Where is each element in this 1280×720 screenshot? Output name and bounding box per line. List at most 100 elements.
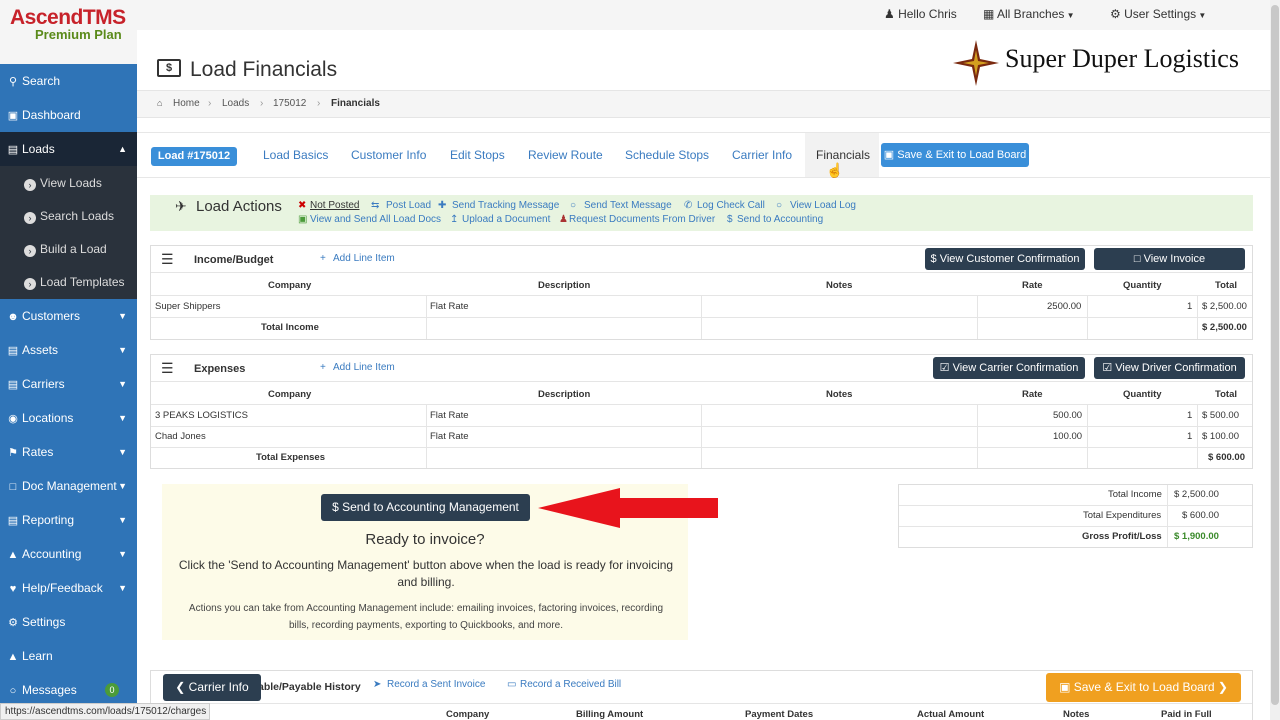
sidebar-item-assets[interactable]: ▤ Assets ▼ [0,333,137,367]
plus-icon: + [320,362,326,373]
column-header: Description [538,389,591,400]
column-header: Rate [1022,280,1043,291]
caret-down-icon: ▼ [118,345,127,355]
view-driver-confirmation-button[interactable]: ☑ View Driver Confirmation [1094,357,1245,379]
divider [151,272,1252,273]
check-icon: ☑ [1102,362,1116,374]
expenses-title: Expenses [194,363,246,375]
divider [151,381,1252,382]
column-header: Company [446,709,490,720]
save-exit-button[interactable]: ▣ Save & Exit to Load Board [881,143,1029,167]
sidebar-item-help-feedback[interactable]: ♥ Help/Feedback ▼ [0,571,137,605]
table-cell: $ 2,500.00 [1202,301,1247,312]
divider [1197,295,1198,339]
log-check-call-link[interactable]: Log Check Call [697,200,765,211]
sidebar-subitem-search-loads[interactable]: › Search Loads [0,199,137,233]
sidebar-item-customers[interactable]: ☻ Customers ▼ [0,299,137,333]
table-cell: Flat Rate [430,410,469,421]
summary-label: Total Expenditures [1083,510,1162,521]
column-header: Total [1215,389,1237,400]
request-docs-link[interactable]: Request Documents From Driver [569,214,715,225]
sidebar-item-carriers[interactable]: ▤ Carriers ▼ [0,367,137,401]
user-settings-dropdown[interactable]: ⚙ User Settings ▼ [1110,7,1206,21]
sidebar-subitem-build-load[interactable]: › Build a Load [0,232,137,266]
divider [151,703,1252,704]
view-invoice-button[interactable]: □ View Invoice [1094,248,1245,270]
tab-customer-info[interactable]: Customer Info [351,148,426,162]
carrier-info-button[interactable]: ❮ Carrier Info [163,674,261,701]
branches-dropdown[interactable]: ▦ All Branches ▼ [983,7,1075,21]
add-expense-line-item[interactable]: Add Line Item [333,362,395,373]
sidebar-item-doc-management[interactable]: □ Doc Management ▼ [0,469,137,503]
breadcrumb-load-id[interactable]: 175012 [273,98,306,109]
summary-label: Total Income [1108,489,1162,500]
chevron-right-icon: › [24,278,36,290]
sidebar-item-locations[interactable]: ◉ Locations ▼ [0,401,137,435]
chevron-right-icon: › [24,245,36,257]
total-expenses-label: Total Expenses [256,452,325,463]
user-menu[interactable]: ♟ Hello Chris [884,7,957,21]
user-icon: ♟ [884,7,899,21]
save-exit-floating-button[interactable]: ▣ Save & Exit to Load Board ❯ [1046,673,1241,702]
dollar-icon: $ [727,214,733,225]
retweet-icon: ⇆ [371,200,380,211]
brand-logo[interactable]: AscendTMS Premium Plan [0,0,137,64]
post-load-link[interactable]: Post Load [386,200,431,211]
record-sent-invoice-link[interactable]: Record a Sent Invoice [387,679,485,690]
chat-icon: ○ [570,200,577,211]
send-tracking-link[interactable]: Send Tracking Message [452,200,559,211]
tab-review-route[interactable]: Review Route [528,148,603,162]
total-income-label: Total Income [261,322,319,333]
tab-carrier-info[interactable]: Carrier Info [732,148,792,162]
sidebar-item-messages[interactable]: ○ Messages 0 [0,673,137,707]
caret-up-icon: ▲ [118,144,127,154]
sidebar-item-reporting[interactable]: ▤ Reporting ▼ [0,503,137,537]
accounting-description: Click the 'Send to Accounting Management… [178,558,674,589]
column-header: Description [538,280,591,291]
sidebar-item-rates[interactable]: ⚑ Rates ▼ [0,435,137,469]
column-header: Paid in Full [1161,709,1212,720]
tab-load-basics[interactable]: Load Basics [263,148,328,162]
chevron-right-icon: › [24,179,36,191]
send-to-accounting-link[interactable]: Send to Accounting [737,214,823,225]
view-load-log-link[interactable]: View Load Log [790,200,856,211]
column-header: Notes [826,389,853,400]
view-carrier-confirmation-button[interactable]: ☑ View Carrier Confirmation [933,357,1085,379]
table-cell: 1 [1187,431,1193,442]
table-cell: Chad Jones [155,431,206,442]
view-send-docs-link[interactable]: View and Send All Load Docs [310,214,441,225]
view-customer-confirmation-button[interactable]: $ View Customer Confirmation [925,248,1085,270]
building-icon: ▦ [983,7,998,21]
tab-schedule-stops[interactable]: Schedule Stops [625,148,709,162]
chevron-left-icon: ❮ [175,680,189,694]
sidebar-item-learn[interactable]: ▲ Learn [0,639,137,673]
sidebar-item-accounting[interactable]: ▲ Accounting ▼ [0,537,137,571]
sidebar-item-search[interactable]: ⚲ Search [0,64,137,98]
divider [426,295,427,339]
sidebar-subitem-view-loads[interactable]: › View Loads [0,166,137,200]
sidebar-item-settings[interactable]: ⚙ Settings [0,605,137,639]
tab-edit-stops[interactable]: Edit Stops [450,148,505,162]
breadcrumb-loads[interactable]: Loads [222,98,249,109]
divider [977,295,978,339]
not-posted-link[interactable]: Not Posted [310,200,359,211]
upload-document-link[interactable]: Upload a Document [462,214,550,225]
send-to-accounting-management-button[interactable]: $ Send to Accounting Management [321,494,530,521]
tab-financials[interactable]: Financials [816,148,870,162]
tag-icon: ⚑ [8,447,18,459]
sidebar-subitem-load-templates[interactable]: › Load Templates [0,265,137,299]
add-income-line-item[interactable]: Add Line Item [333,253,395,264]
caret-down-icon: ▼ [118,515,127,525]
logo-text: Super Duper Logistics [1005,44,1239,73]
breadcrumb-home[interactable]: Home [173,98,200,109]
crosshair-icon: ✚ [438,200,447,211]
table-cell: 500.00 [1053,410,1083,421]
gear-icon: ⚙ [8,617,18,629]
record-received-bill-link[interactable]: Record a Received Bill [520,679,621,690]
send-text-link[interactable]: Send Text Message [584,200,672,211]
scrollbar-thumb[interactable] [1271,5,1279,705]
breadcrumb-separator: › [208,98,212,109]
sidebar-item-dashboard[interactable]: ▣ Dashboard [0,98,137,132]
sidebar-item-loads[interactable]: ▤ Loads ▲ [0,132,137,166]
column-header: Billing Amount [576,709,644,720]
